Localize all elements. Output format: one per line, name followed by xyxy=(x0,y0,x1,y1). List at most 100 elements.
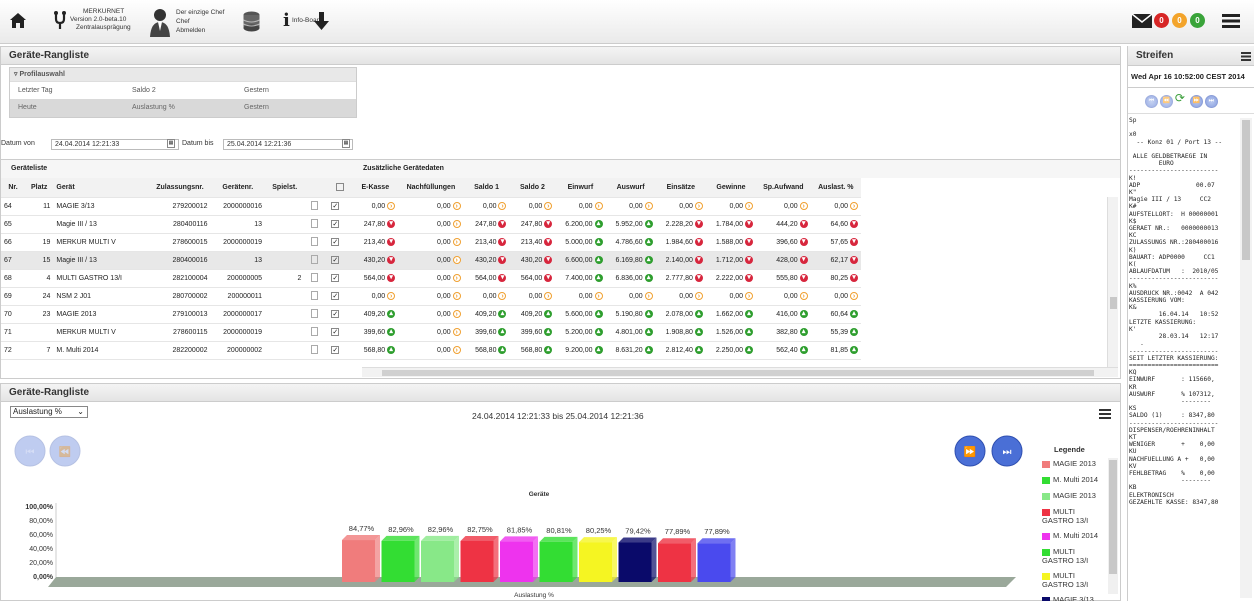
col-geraet[interactable]: Gerät xyxy=(53,178,150,198)
menu-icon[interactable] xyxy=(1241,52,1251,61)
col-nachfuell[interactable]: Nachfüllungen xyxy=(398,178,464,198)
cell-action[interactable] xyxy=(304,287,329,306)
cell-action[interactable] xyxy=(304,251,329,270)
row-checkbox[interactable]: ✓ xyxy=(331,256,340,264)
table-row[interactable]: 68 4 MULTI GASTRO 13/I 282100004 200000005 2 ✓… xyxy=(1,269,861,288)
date-from-input[interactable]: 24.04.2014 12:21:33 xyxy=(51,139,179,150)
menu-icon[interactable] xyxy=(1222,14,1240,28)
row-checkbox[interactable]: ✓ xyxy=(331,238,340,246)
alert-badge-orange[interactable]: 0 xyxy=(1172,13,1187,28)
legend-item[interactable]: MAGIE 2013 xyxy=(1042,459,1104,468)
profile-row[interactable]: Heute Auslastung % Gestern xyxy=(10,99,356,117)
col-saldo2[interactable]: Saldo 2 xyxy=(509,178,556,198)
row-checkbox[interactable]: ✓ xyxy=(331,220,340,228)
document-icon[interactable] xyxy=(311,308,319,318)
profile-header[interactable]: ▿ Profilauswahl xyxy=(10,68,356,81)
document-icon[interactable] xyxy=(311,344,319,354)
last-icon[interactable]: ⏭ xyxy=(1204,95,1218,108)
cell-action[interactable] xyxy=(304,341,329,360)
document-icon[interactable] xyxy=(311,290,319,300)
table-horizontal-scrollbar[interactable] xyxy=(362,367,1118,377)
document-icon[interactable] xyxy=(311,326,319,336)
next-icon[interactable]: ⏩ xyxy=(1189,95,1203,108)
cell-check[interactable]: ✓ xyxy=(328,233,353,252)
col-spaufwand[interactable]: Sp.Aufwand xyxy=(756,178,811,198)
cell-check[interactable]: ✓ xyxy=(328,323,353,342)
profile-row[interactable]: Letzter Tag Saldo 2 Gestern xyxy=(10,81,356,99)
cell-check[interactable]: ✓ xyxy=(328,197,353,216)
col-geraetenr[interactable]: Gerätenr. xyxy=(210,178,266,198)
calendar-icon[interactable]: ▦ xyxy=(342,139,350,148)
cell-check[interactable]: ✓ xyxy=(328,251,353,270)
col-spielst[interactable]: Spielst. xyxy=(265,178,305,198)
metric-select[interactable]: Auslastung % ⌄ xyxy=(10,406,88,418)
row-checkbox[interactable]: ✓ xyxy=(331,274,340,282)
table-row[interactable]: 71 MERKUR MULTI V 278600115 2000000019 ✓ 399,… xyxy=(1,323,861,342)
cell-action[interactable] xyxy=(304,197,329,216)
table-row[interactable]: 72 7 M. Multi 2014 282200002 200000002 ✓ 568,8… xyxy=(1,341,861,360)
table-row[interactable]: 66 19 MERKUR MULTI V 278600015 2000000019 ✓ 21… xyxy=(1,233,861,252)
document-icon[interactable] xyxy=(311,272,319,282)
fork-icon[interactable] xyxy=(53,11,67,29)
cell-check[interactable]: ✓ xyxy=(328,215,353,234)
col-check[interactable] xyxy=(328,178,353,198)
cell-check[interactable]: ✓ xyxy=(328,269,353,288)
date-to-input[interactable]: 25.04.2014 12:21:36 xyxy=(223,139,353,150)
cell-check[interactable]: ✓ xyxy=(328,305,353,324)
col-einsaetze[interactable]: Einsätze xyxy=(655,178,706,198)
col-einwurf[interactable]: Einwurf xyxy=(555,178,606,198)
calendar-icon[interactable]: ▦ xyxy=(167,139,175,148)
col-auswurf[interactable]: Auswurf xyxy=(605,178,656,198)
arrow-down-icon[interactable] xyxy=(314,12,329,30)
col-saldo1[interactable]: Saldo 1 xyxy=(463,178,510,198)
cell-action[interactable] xyxy=(304,323,329,342)
cell-action[interactable] xyxy=(304,305,329,324)
mail-icon[interactable] xyxy=(1132,14,1152,28)
menu-icon[interactable] xyxy=(1099,409,1111,419)
cell-action[interactable] xyxy=(304,233,329,252)
document-icon[interactable] xyxy=(311,254,319,264)
col-gewinne[interactable]: Gewinne xyxy=(705,178,757,198)
cell-check[interactable]: ✓ xyxy=(328,341,353,360)
logout-link[interactable]: Abmelden xyxy=(176,26,224,35)
col-ekasse[interactable]: E-Kasse xyxy=(352,178,399,198)
alert-badge-red[interactable]: 0 xyxy=(1154,13,1169,28)
col-platz[interactable]: Platz xyxy=(25,178,54,198)
prev-icon[interactable]: ⏪ xyxy=(1159,95,1173,108)
row-checkbox[interactable]: ✓ xyxy=(331,310,340,318)
legend-item[interactable]: M. Multi 2014 xyxy=(1042,531,1104,540)
select-all-checkbox[interactable] xyxy=(336,183,345,192)
refresh-icon[interactable]: ⟳ xyxy=(1175,92,1188,105)
table-row[interactable]: 69 24 NSM 2 J01 280700002 200000011 ✓ 0,00 › 0,0… xyxy=(1,287,861,306)
first-icon[interactable]: ⏮ xyxy=(1145,95,1158,108)
legend-scrollbar[interactable] xyxy=(1108,458,1118,594)
table-vertical-scrollbar[interactable] xyxy=(1107,197,1118,367)
database-icon[interactable] xyxy=(243,11,260,32)
receipt-scrollbar[interactable] xyxy=(1240,118,1252,598)
col-nr[interactable]: Nr. xyxy=(1,178,25,198)
legend-item[interactable]: M. Multi 2014 xyxy=(1042,475,1104,484)
legend-item[interactable]: MULTI GASTRO 13/I xyxy=(1042,507,1104,525)
table-row[interactable]: 64 11 MAGIE 3/13 279200012 2000000016 ✓ 0,00 › 0… xyxy=(1,197,861,216)
cell-check[interactable]: ✓ xyxy=(328,287,353,306)
row-checkbox[interactable]: ✓ xyxy=(331,328,340,336)
col-auslast[interactable]: Auslast. % xyxy=(810,178,861,198)
legend-item[interactable]: MULTI GASTRO 13/I xyxy=(1042,547,1104,565)
table-row[interactable]: 70 23 MAGIE 2013 279100013 2000000017 ✓ 409,20… xyxy=(1,305,861,324)
legend-item[interactable]: MAGIE 2013 xyxy=(1042,491,1104,500)
document-icon[interactable] xyxy=(311,200,319,210)
cell-action[interactable] xyxy=(304,269,329,288)
alert-badge-green[interactable]: 0 xyxy=(1190,13,1205,28)
user-avatar-icon[interactable] xyxy=(149,7,171,37)
document-icon[interactable] xyxy=(311,218,319,228)
table-row[interactable]: 67 15 Magie III / 13 280400016 13 ✓ 430,20 ▾ 0,0… xyxy=(1,251,861,270)
row-checkbox[interactable]: ✓ xyxy=(331,346,340,354)
table-row[interactable]: 65 Magie III / 13 280400116 13 ✓ 247,80 ▾ 0,00 ›… xyxy=(1,215,861,234)
row-checkbox[interactable]: ✓ xyxy=(331,292,340,300)
legend-item[interactable]: MULTI GASTRO 13/I xyxy=(1042,571,1104,589)
legend-item[interactable]: MAGIE 3/13 xyxy=(1042,595,1104,601)
home-icon[interactable] xyxy=(10,13,26,28)
document-icon[interactable] xyxy=(311,236,319,246)
row-checkbox[interactable]: ✓ xyxy=(331,202,340,210)
cell-action[interactable] xyxy=(304,215,329,234)
